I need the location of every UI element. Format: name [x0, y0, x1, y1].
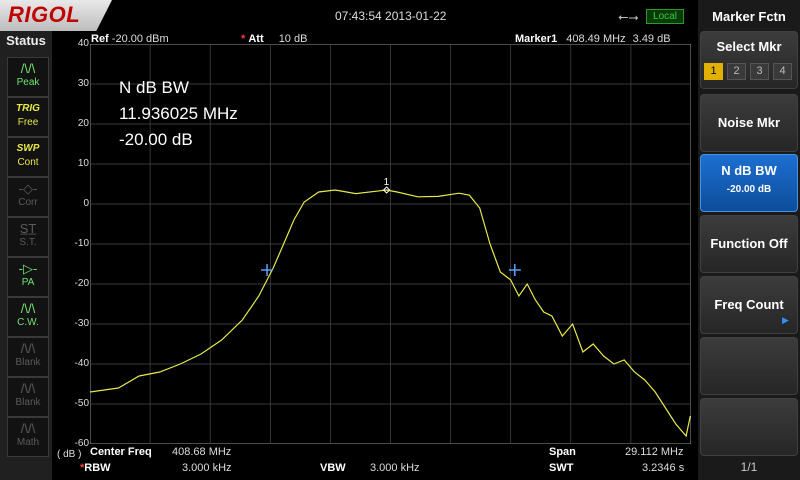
status-label: Blank: [15, 397, 41, 408]
status-item-blank: /\/\ Blank: [7, 377, 49, 417]
status-item-corr: -◇- Corr: [7, 177, 49, 217]
swt-label: SWT: [549, 462, 574, 474]
marker-number-3[interactable]: 3: [750, 63, 769, 80]
status-label: Math: [16, 437, 40, 448]
status-label: Peak: [16, 77, 40, 88]
status-label: PA: [21, 277, 35, 288]
status-item-cont: SWP Cont: [7, 137, 49, 177]
vbw-value: 3.000 kHz: [370, 462, 420, 474]
annotation-level: -20.00 dB: [119, 130, 193, 149]
status-item-free: TRIG Free: [7, 97, 49, 137]
rbw-value: 3.000 kHz: [182, 462, 232, 474]
status-item-pa: -▷- PA: [7, 257, 49, 297]
status-item-math: /\/\ Math: [7, 417, 49, 457]
span-label: Span: [549, 446, 576, 458]
center-freq-label: Center Freq: [90, 446, 152, 458]
status-icon: TRIG: [16, 103, 40, 114]
ndb-bw-value: -20.00 dB: [726, 184, 772, 195]
status-icon: SWP: [16, 143, 40, 154]
ndb-bw-key[interactable]: N dB BW -20.00 dB: [700, 154, 798, 212]
empty-key-7[interactable]: [700, 398, 798, 456]
function-off-label: Function Off: [710, 236, 788, 251]
status-label: C.W.: [17, 317, 39, 328]
status-label: Corr: [18, 197, 38, 208]
status-label: S.T.: [19, 237, 37, 248]
status-label: Blank: [15, 357, 41, 368]
status-title: Status: [6, 33, 46, 48]
empty-key-6[interactable]: [700, 337, 798, 395]
submenu-arrow-icon: ▶: [782, 315, 789, 325]
freq-count-label: Freq Count: [714, 297, 784, 312]
y-tick-label: 0: [83, 198, 89, 209]
status-icon: /\/\: [20, 61, 36, 76]
status-icon: -◇-: [18, 181, 38, 196]
rbw-label: RBW: [84, 462, 111, 474]
ndb-bw-label: N dB BW: [721, 163, 777, 178]
y-tick-label: -60: [74, 438, 89, 449]
y-tick-label: -50: [74, 398, 89, 409]
status-label: Cont: [17, 157, 39, 168]
y-unit: ( dB ): [57, 449, 82, 460]
select-marker-label: Select Mkr: [716, 39, 782, 54]
select-marker-key[interactable]: Select Mkr: [700, 31, 798, 89]
center-freq-value: 408.68 MHz: [172, 446, 232, 458]
date-time: 07:43:54 2013-01-22: [335, 9, 447, 23]
rbw: *RBW: [80, 462, 111, 474]
page-indicator: 1/1: [740, 460, 758, 474]
y-tick-label: -20: [74, 278, 89, 289]
status-item-cw: /\/\ C.W.: [7, 297, 49, 337]
marker-number-1[interactable]: 1: [704, 63, 723, 80]
y-tick-label: 30: [77, 78, 89, 89]
status-icon: /\/\: [20, 341, 36, 356]
usb-icon: ⭠⭢: [618, 9, 639, 24]
vbw-label: VBW: [320, 462, 346, 474]
status-icon: /\/\: [20, 381, 36, 396]
status-icon: -▷-: [18, 261, 38, 276]
status-icon: S̲T̲: [19, 221, 37, 236]
status-icon: /\/\: [20, 421, 36, 436]
local-badge: Local: [646, 9, 684, 24]
marker-number-2[interactable]: 2: [727, 63, 746, 80]
status-item-blank: /\/\ Blank: [7, 337, 49, 377]
ndb-annotation: N dB BW 11.936025 MHz -20.00 dB: [119, 75, 238, 153]
y-tick-label: -40: [74, 358, 89, 369]
status-icon: /\/\: [20, 301, 36, 316]
marker-number-4[interactable]: 4: [773, 63, 792, 80]
annotation-title: N dB BW: [119, 78, 189, 97]
noise-marker-label: Noise Mkr: [717, 115, 781, 130]
brand-text: RIGOL: [8, 2, 81, 27]
status-item-st: S̲T̲ S.T.: [7, 217, 49, 257]
y-tick-label: 20: [77, 118, 89, 129]
swt-value: 3.2346 s: [642, 462, 685, 474]
span-value: 29.112 MHz: [625, 446, 684, 458]
marker-number-label: 1: [384, 177, 390, 188]
y-tick-label: 40: [77, 38, 89, 49]
status-item-peak: /\/\ Peak: [7, 57, 49, 97]
annotation-bandwidth: 11.936025 MHz: [119, 104, 238, 123]
function-off-key[interactable]: Function Off: [700, 215, 798, 273]
y-tick-label: 10: [77, 158, 89, 169]
y-tick-label: -10: [74, 238, 89, 249]
menu-title: Marker Fctn: [712, 9, 786, 24]
noise-marker-key[interactable]: Noise Mkr: [700, 94, 798, 152]
y-tick-label: -30: [74, 318, 89, 329]
status-label: Free: [17, 117, 39, 128]
rigol-logo: RIGOL: [0, 0, 112, 31]
